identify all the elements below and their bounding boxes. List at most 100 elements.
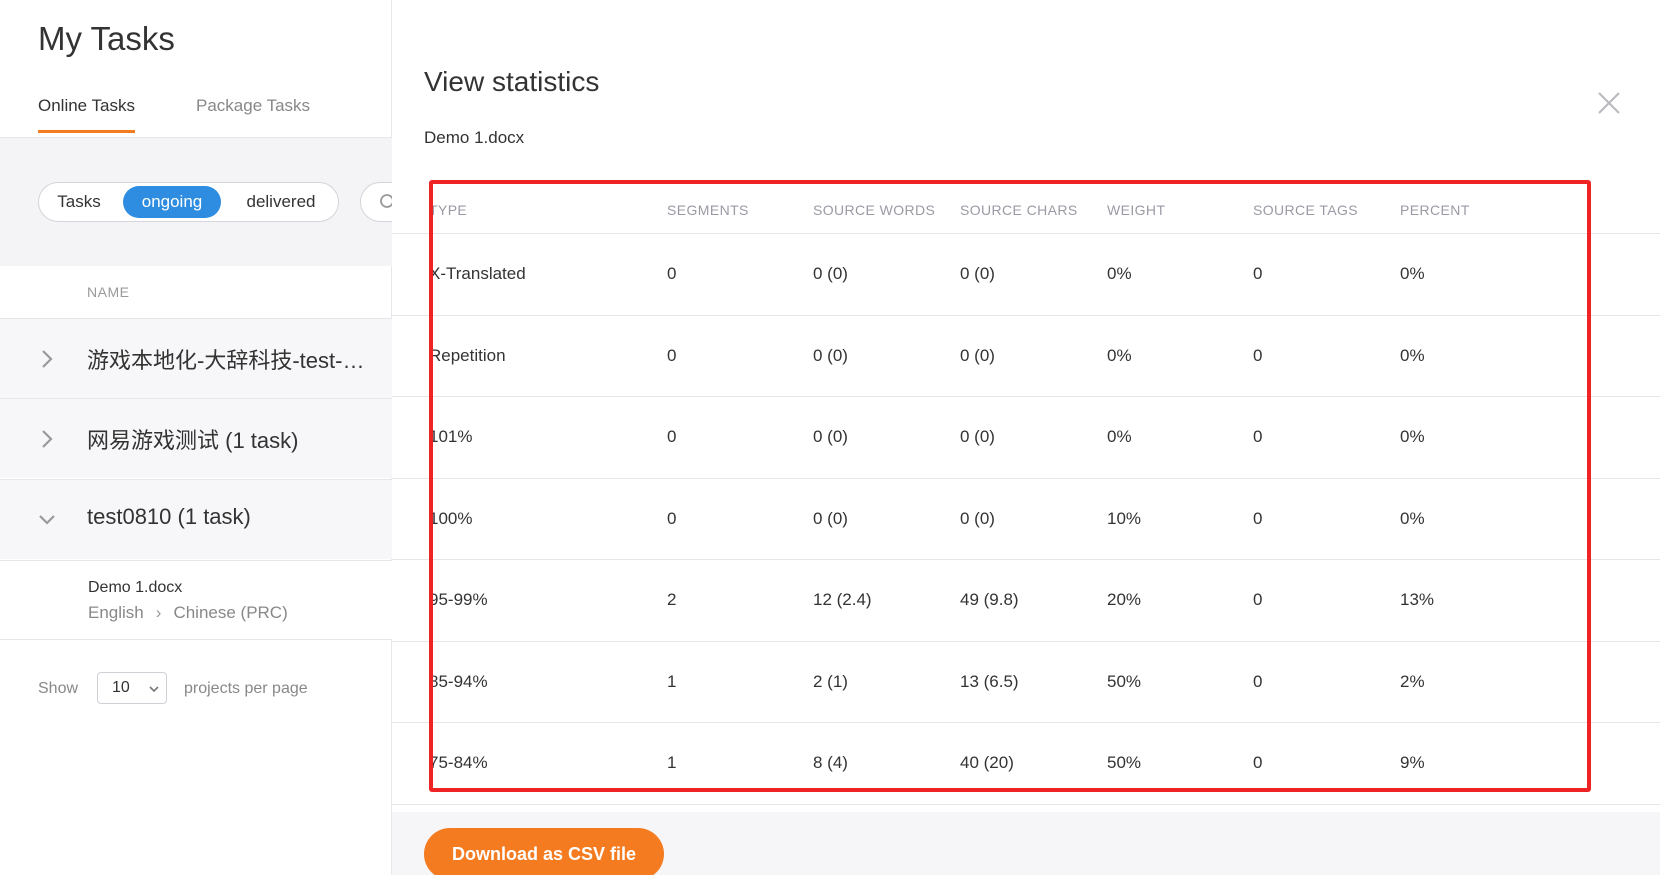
cell-source-tags: 0 [1253, 345, 1263, 365]
cell-source-words: 8 (4) [813, 753, 848, 772]
col-type-header: TYPE [429, 202, 468, 218]
cell-source-chars: 40 (20) [960, 753, 1014, 772]
cell-segments: 1 [667, 671, 677, 691]
task-item[interactable]: Demo 1.docx English › Chinese (PRC) [0, 560, 392, 640]
table-row: 95-99% 2 12 (2.4) 49 (9.8) 20% 0 13% [392, 560, 1660, 642]
cell-type: 101% [429, 427, 473, 446]
source-language: English [88, 603, 144, 622]
cell-source-words: 0 (0) [813, 345, 848, 365]
table-header: TYPE SEGMENTS SOURCE WORDS SOURCE CHARS … [392, 182, 1660, 234]
cell-percent: 0% [1400, 345, 1425, 365]
per-page-select[interactable]: 10 [97, 672, 167, 704]
project-row[interactable]: 网易游戏测试 (1 task) [0, 398, 392, 478]
cell-source-words: 0 (0) [813, 264, 848, 283]
cell-source-chars: 0 (0) [960, 427, 995, 446]
select-chevron-icon [149, 686, 159, 693]
project-title: 游戏本地化-大辞科技-test-… [87, 348, 365, 373]
col-source-words-header: SOURCE WORDS [813, 202, 936, 218]
status-toggle: Tasks ongoing delivered [38, 182, 339, 222]
project-row[interactable]: test0810 (1 task) [0, 479, 392, 559]
name-column-header: NAME [87, 284, 130, 300]
page-title: My Tasks [38, 20, 175, 57]
col-segments-header: SEGMENTS [667, 202, 749, 218]
cell-percent: 0% [1400, 264, 1425, 283]
cell-type: X-Translated [429, 264, 526, 283]
toggle-delivered[interactable]: delivered [233, 186, 329, 218]
cell-source-tags: 0 [1253, 671, 1263, 691]
cell-weight: 0% [1107, 427, 1132, 446]
table-row: 75-84% 1 8 (4) 40 (20) 50% 0 9% [392, 723, 1660, 805]
download-csv-button[interactable]: Download as CSV file [424, 828, 664, 875]
col-source-tags-header: SOURCE TAGS [1253, 202, 1359, 218]
cell-weight: 50% [1107, 753, 1142, 772]
table-row: 100% 0 0 (0) 0 (0) 10% 0 0% [392, 479, 1660, 560]
project-title: test0810 (1 task) [87, 504, 251, 529]
task-file-name: Demo 1.docx [88, 579, 183, 596]
chevron-right-icon[interactable] [38, 347, 56, 371]
per-page-value: 10 [112, 679, 130, 696]
cell-segments: 0 [667, 508, 677, 528]
close-icon[interactable] [1594, 88, 1624, 118]
table-row: Repetition 0 0 (0) 0 (0) 0% 0 0% [392, 316, 1660, 397]
cell-source-chars: 49 (9.8) [960, 590, 1019, 609]
col-percent-header: PERCENT [1400, 202, 1470, 218]
cell-source-chars: 13 (6.5) [960, 671, 1019, 691]
cell-source-tags: 0 [1253, 753, 1263, 772]
cell-percent: 13% [1400, 590, 1435, 609]
cell-source-chars: 0 (0) [960, 264, 995, 283]
toggle-ongoing[interactable]: ongoing [123, 186, 221, 218]
task-language-pair: English › Chinese (PRC) [88, 603, 288, 623]
cell-type: 100% [429, 508, 473, 528]
per-page-label: projects per page [184, 680, 308, 697]
table-row: X-Translated 0 0 (0) 0 (0) 0% 0 0% [392, 234, 1660, 316]
cell-weight: 20% [1107, 590, 1142, 609]
cell-segments: 0 [667, 345, 677, 365]
cell-percent: 2% [1400, 671, 1425, 691]
cell-source-words: 12 (2.4) [813, 590, 872, 609]
table-row: 85-94% 1 2 (1) 13 (6.5) 50% 0 2% [392, 642, 1660, 723]
task-list-panel: My Tasks Online Tasks Package Tasks Task… [0, 0, 420, 875]
statistics-file-name: Demo 1.docx [424, 128, 525, 147]
tab-package-tasks[interactable]: Package Tasks [196, 96, 310, 116]
show-label: Show [38, 680, 79, 697]
cell-type: 85-94% [429, 671, 488, 691]
cell-segments: 1 [667, 753, 677, 772]
project-title: 网易游戏测试 (1 task) [87, 428, 299, 453]
cell-segments: 0 [667, 427, 677, 446]
cell-source-tags: 0 [1253, 590, 1263, 609]
chevron-right-icon[interactable] [38, 427, 56, 451]
arrow-right-icon: › [155, 603, 162, 622]
target-language: Chinese (PRC) [173, 603, 288, 622]
statistics-modal: View statistics Demo 1.docx TYPE SEGMENT… [392, 0, 1660, 875]
cell-source-words: 0 (0) [813, 508, 848, 528]
project-row[interactable]: 游戏本地化-大辞科技-test-… [0, 318, 392, 398]
tab-online-tasks[interactable]: Online Tasks [38, 96, 136, 133]
cell-type: 75-84% [429, 753, 488, 772]
chevron-down-icon[interactable] [38, 508, 56, 532]
cell-type: Repetition [429, 345, 506, 365]
cell-segments: 0 [667, 264, 677, 283]
cell-type: 95-99% [429, 590, 488, 609]
col-weight-header: WEIGHT [1107, 202, 1166, 218]
task-tabs: Online Tasks Package Tasks [0, 86, 392, 138]
cell-percent: 0% [1400, 427, 1425, 446]
modal-footer: Download as CSV file [392, 812, 1660, 875]
cell-percent: 0% [1400, 508, 1425, 528]
filter-bar: Tasks ongoing delivered [0, 138, 420, 266]
cell-weight: 10% [1107, 508, 1142, 528]
cell-weight: 0% [1107, 264, 1132, 283]
cell-source-words: 2 (1) [813, 671, 848, 691]
modal-title: View statistics [424, 66, 600, 97]
cell-source-tags: 0 [1253, 264, 1263, 283]
cell-segments: 2 [667, 590, 677, 609]
cell-source-words: 0 (0) [813, 427, 848, 446]
cell-weight: 0% [1107, 345, 1132, 365]
toggle-tasks[interactable]: Tasks [45, 186, 113, 218]
cell-weight: 50% [1107, 671, 1142, 691]
cell-source-tags: 0 [1253, 427, 1263, 446]
table-row: 101% 0 0 (0) 0 (0) 0% 0 0% [392, 397, 1660, 479]
cell-source-tags: 0 [1253, 508, 1263, 528]
cell-source-chars: 0 (0) [960, 345, 995, 365]
col-source-chars-header: SOURCE CHARS [960, 202, 1078, 218]
cell-source-chars: 0 (0) [960, 508, 995, 528]
